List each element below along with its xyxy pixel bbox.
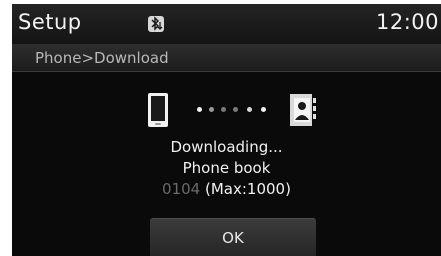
app-title: Setup [18,10,82,34]
progress-dot [261,107,266,112]
download-count: 0104 [162,180,201,198]
status-bar: Setup 12:00 [12,4,441,44]
download-status: Downloading... [170,138,283,156]
progress-dot [233,107,238,112]
bluetooth-download-icon [148,16,164,32]
screen: Setup 12:00 Phone>Download Downloading..… [12,4,441,256]
phone-icon [147,92,169,128]
ok-button[interactable]: OK [150,218,316,256]
download-max: (Max:1000) [205,180,291,198]
progress-dot [197,107,202,112]
breadcrumb: Phone>Download [35,49,169,67]
download-item: Phone book [182,159,271,177]
progress-dot [221,107,226,112]
contacts-book-icon [288,92,318,128]
progress-dot [247,107,252,112]
download-count-line: 0104 (Max:1000) [12,180,441,198]
progress-dot [209,107,214,112]
breadcrumb-bar: Phone>Download [12,44,441,72]
clock: 12:00 [376,10,440,34]
